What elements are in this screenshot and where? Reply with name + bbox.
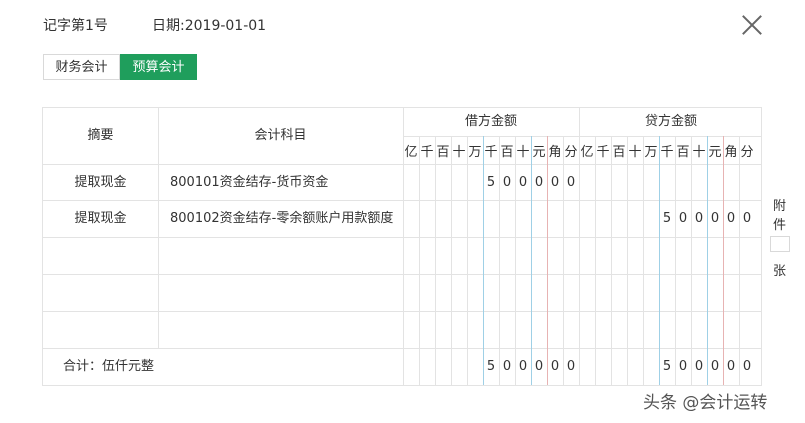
credit-unit-header: 分 [740,145,754,160]
total-label: 合计：伍仟元整 [63,359,155,374]
voucher-number: 记字第1号 [43,18,108,34]
total-credit-digit: 0 [710,359,720,374]
row-account[interactable] [170,237,403,274]
credit-unit-header: 角 [724,145,738,160]
debit-digit: 0 [534,175,544,190]
header-account: 会计科目 [254,128,307,143]
total-debit-digit: 5 [486,359,496,374]
debit-unit-header: 百 [436,145,450,160]
debit-unit-header: 元 [532,145,546,160]
row-account[interactable]: 800102资金结存-零余额账户用款额度 [170,200,403,237]
attach-label-1: 附 [773,199,787,214]
debit-digit: 0 [550,175,560,190]
row-summary[interactable] [43,274,158,311]
watermark: 头条 @会计运转 [643,393,768,413]
credit-digit: 5 [662,211,672,226]
credit-unit-header: 亿 [580,145,594,160]
digit-divider [467,136,468,385]
credit-unit-header: 万 [644,145,658,160]
credit-digit: 0 [710,211,720,226]
voucher-table: 摘要 会计科目 借方金额 贷方金额 亿千百十万千百十元角分亿千百十万千百十元角分… [42,107,762,386]
debit-unit-header: 亿 [404,145,418,160]
credit-digit: 0 [742,211,752,226]
debit-unit-header: 十 [452,145,466,160]
total-credit-digit: 0 [678,359,688,374]
total-debit-digit: 0 [518,359,528,374]
credit-unit-header: 元 [708,145,722,160]
debit-digit: 5 [486,175,496,190]
debit-unit-header: 千 [484,145,498,160]
attachment-count-input[interactable] [770,236,790,252]
digit-divider [627,136,628,385]
header-credit: 贷方金额 [644,114,697,129]
debit-digit: 0 [566,175,576,190]
credit-unit-header: 千 [596,145,610,160]
row-summary[interactable] [43,311,158,348]
row-account[interactable]: 800101资金结存-货币资金 [170,164,403,201]
row-summary[interactable]: 提取现金 [43,164,158,201]
total-debit-digit: 0 [502,359,512,374]
debit-unit-header: 百 [500,145,514,160]
header-summary: 摘要 [87,128,114,143]
total-debit-digit: 0 [534,359,544,374]
credit-digit: 0 [678,211,688,226]
tab-budget-accounting[interactable]: 预算会计 [120,54,197,80]
header-debit: 借方金额 [464,114,517,129]
digit-divider [451,136,452,385]
row-account[interactable] [170,311,403,348]
credit-unit-header: 十 [628,145,642,160]
credit-unit-header: 百 [676,145,690,160]
grid-line [158,108,159,348]
row-summary[interactable] [43,237,158,274]
debit-unit-header: 分 [564,145,578,160]
digit-divider [643,136,644,385]
row-summary[interactable]: 提取现金 [43,200,158,237]
digit-divider [435,136,436,385]
digit-divider [611,136,612,385]
attach-label-2: 件 [773,218,787,233]
credit-digit: 0 [726,211,736,226]
credit-digit: 0 [694,211,704,226]
debit-unit-header: 角 [548,145,562,160]
close-icon[interactable] [741,14,763,36]
row-account[interactable] [170,274,403,311]
total-credit-digit: 0 [742,359,752,374]
total-credit-digit: 0 [694,359,704,374]
credit-unit-header: 十 [692,145,706,160]
debit-unit-header: 万 [468,145,482,160]
total-credit-digit: 0 [726,359,736,374]
digit-divider [419,136,420,385]
debit-digit: 0 [518,175,528,190]
attach-label-3: 张 [773,264,787,279]
tab-financial-accounting[interactable]: 财务会计 [43,54,120,80]
credit-unit-header: 千 [660,145,674,160]
total-debit-digit: 0 [566,359,576,374]
voucher-date: 日期:2019-01-01 [152,18,267,34]
total-debit-digit: 0 [550,359,560,374]
credit-unit-header: 百 [612,145,626,160]
digit-divider [595,136,596,385]
debit-digit: 0 [502,175,512,190]
debit-unit-header: 千 [420,145,434,160]
debit-unit-header: 十 [516,145,530,160]
total-credit-digit: 5 [662,359,672,374]
